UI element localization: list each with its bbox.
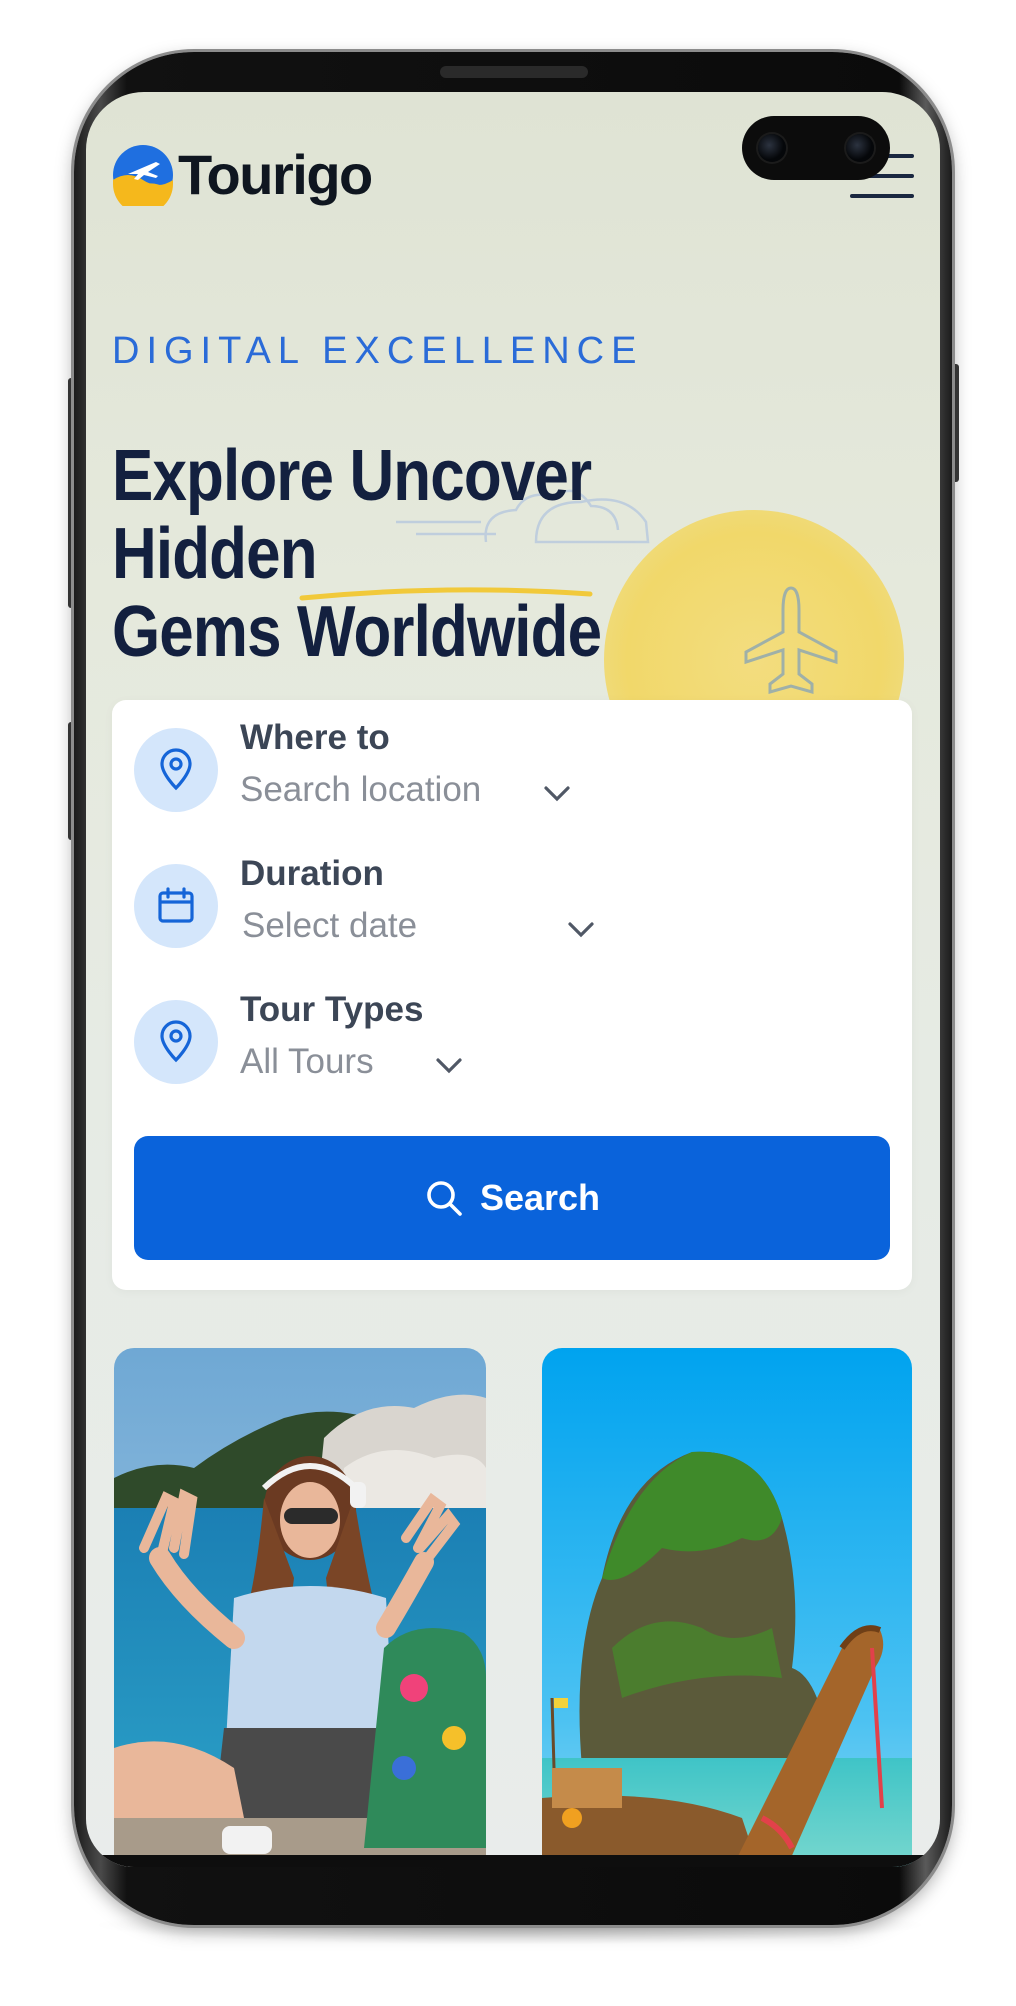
location-pin-icon — [134, 1000, 218, 1084]
where-to-value[interactable]: Search location — [240, 770, 481, 810]
camera-lens — [758, 134, 786, 162]
search-form-card: Where to Search location Duration Select — [112, 700, 912, 1290]
hero-title-line-1: Explore Uncover Hidden — [112, 436, 592, 594]
chevron-down-icon[interactable] — [566, 920, 596, 940]
where-to-label: Where to — [240, 718, 390, 757]
front-camera-cutout — [742, 116, 890, 180]
duration-field[interactable]: Duration Select date — [134, 850, 894, 960]
duration-label: Duration — [240, 854, 384, 893]
earpiece-speaker — [440, 66, 588, 78]
search-icon — [427, 1181, 462, 1216]
app-screen: Tourigo DIGITAL EXCELLENCE Explore Uncov… — [86, 92, 940, 1867]
device-mockup: Tourigo DIGITAL EXCELLENCE Explore Uncov… — [0, 0, 1016, 2006]
where-to-field[interactable]: Where to Search location — [134, 714, 894, 824]
calendar-icon — [134, 864, 218, 948]
hero-title: Explore Uncover Hidden Gems Worldwide — [112, 437, 714, 671]
tour-types-label: Tour Types — [240, 990, 424, 1029]
tour-types-value[interactable]: All Tours — [240, 1042, 374, 1082]
airplane-icon — [744, 586, 838, 694]
camera-lens — [846, 134, 874, 162]
location-pin-icon — [134, 728, 218, 812]
brand-logo[interactable]: Tourigo — [112, 142, 373, 207]
title-underline-decoration — [299, 587, 593, 601]
screen-bottom-edge — [86, 1855, 940, 1867]
plane-logo-icon — [113, 144, 173, 206]
power-button — [952, 364, 959, 482]
woman-traveler-beach-photo[interactable] — [114, 1348, 486, 1867]
search-button[interactable]: Search — [134, 1136, 890, 1260]
chevron-down-icon[interactable] — [542, 784, 572, 804]
hero-eyebrow: DIGITAL EXCELLENCE — [112, 330, 644, 372]
brand-name: Tourigo — [178, 143, 373, 206]
tropical-island-longtail-boat-photo[interactable] — [542, 1348, 912, 1867]
tour-types-field[interactable]: Tour Types All Tours — [134, 986, 894, 1096]
search-button-label: Search — [479, 1177, 601, 1218]
chevron-down-icon[interactable] — [434, 1056, 464, 1076]
duration-value[interactable]: Select date — [242, 906, 417, 946]
